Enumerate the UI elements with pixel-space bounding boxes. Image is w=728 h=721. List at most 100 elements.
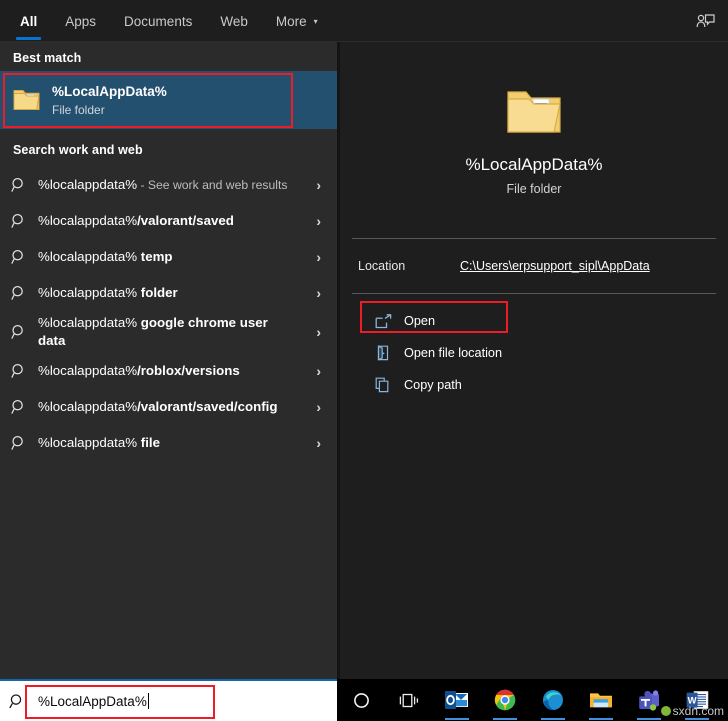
search-input[interactable]: %LocalAppData% xyxy=(34,693,337,709)
tab-label: Apps xyxy=(65,13,97,29)
best-match-title: %LocalAppData% xyxy=(52,83,167,99)
suggestion-prefix: %localappdata% xyxy=(38,249,141,264)
chevron-right-icon[interactable]: › xyxy=(316,435,321,451)
chrome-icon[interactable] xyxy=(481,679,529,721)
suggestion-completion: /valorant/saved/config xyxy=(137,399,278,414)
suggestion-item[interactable]: %localappdata% google chrome user data › xyxy=(0,311,337,353)
best-match-subtitle: File folder xyxy=(52,102,105,117)
taskbar-active-indicator xyxy=(493,718,517,720)
best-match-item[interactable]: %LocalAppData% File folder xyxy=(0,71,337,129)
taskbar: W sxdn.com xyxy=(337,679,728,721)
start-menu-search-window: All Apps Documents Web More ▾ Best match xyxy=(0,0,728,721)
best-match-text: %LocalAppData% File folder xyxy=(52,82,167,119)
action-open[interactable]: Open xyxy=(340,305,728,337)
suggestion-prefix: %localappdata% xyxy=(38,177,138,192)
suggestion-prefix: %localappdata% xyxy=(38,213,138,228)
teams-icon[interactable] xyxy=(625,679,673,721)
tab-apps[interactable]: Apps xyxy=(51,0,110,42)
tab-label: All xyxy=(20,13,38,29)
open-external-icon xyxy=(370,313,396,329)
tab-all[interactable]: All xyxy=(6,0,51,42)
file-explorer-icon[interactable] xyxy=(577,679,625,721)
preview-subtitle: File folder xyxy=(506,182,562,196)
feedback-person-icon[interactable] xyxy=(688,6,722,36)
search-icon xyxy=(0,177,38,194)
tab-label: Web xyxy=(220,13,248,29)
search-box[interactable]: %LocalAppData% xyxy=(0,679,337,721)
suggestion-text: %localappdata% file xyxy=(38,434,337,452)
suggestion-item[interactable]: %localappdata% temp › xyxy=(0,239,337,275)
tab-documents[interactable]: Documents xyxy=(110,0,206,42)
location-row: Location C:\Users\erpsupport_sipl\AppDat… xyxy=(340,239,728,293)
chevron-right-icon[interactable]: › xyxy=(316,363,321,379)
action-label: Open xyxy=(404,314,436,328)
preview-title: %LocalAppData% xyxy=(465,155,603,174)
suggestion-completion: /valorant/saved xyxy=(137,213,234,228)
tab-label: More xyxy=(275,13,307,29)
suggestion-text: %localappdata%/valorant/saved xyxy=(38,212,337,230)
preview-panel: %LocalAppData% File folder Location C:\U… xyxy=(340,42,728,679)
taskbar-active-indicator xyxy=(685,718,709,720)
suggestion-item[interactable]: %localappdata% file › xyxy=(0,425,337,461)
action-copy-path[interactable]: Copy path xyxy=(340,369,728,401)
chevron-right-icon[interactable]: › xyxy=(316,249,321,265)
chevron-right-icon[interactable]: › xyxy=(316,399,321,415)
search-icon xyxy=(0,399,38,416)
taskbar-active-indicator xyxy=(541,718,565,720)
suggestion-prefix: %localappdata% xyxy=(38,363,138,378)
suggestion-text: %localappdata% - See work and web result… xyxy=(38,176,337,194)
preview-divider-top xyxy=(352,238,716,239)
action-open-file-location[interactable]: Open file location xyxy=(340,337,728,369)
cortana-icon[interactable] xyxy=(337,679,385,721)
chevron-right-icon[interactable]: › xyxy=(316,213,321,229)
task-view-icon[interactable] xyxy=(385,679,433,721)
open-file-location-icon xyxy=(370,345,396,361)
tab-more[interactable]: More ▾ xyxy=(262,0,332,42)
search-icon xyxy=(0,324,38,341)
outlook-icon[interactable] xyxy=(433,679,481,721)
chevron-right-icon[interactable]: › xyxy=(316,177,321,193)
text-caret xyxy=(147,693,150,709)
best-match-container: %LocalAppData% File folder xyxy=(0,71,337,129)
suggestion-prefix: %localappdata% xyxy=(38,399,138,414)
search-icon xyxy=(0,249,38,266)
suggestion-item[interactable]: %localappdata%/valorant/saved › xyxy=(0,203,337,239)
location-label: Location xyxy=(358,259,406,273)
folder-icon xyxy=(503,84,565,145)
suggestion-hint: - See work and web results xyxy=(137,178,288,192)
suggestion-completion: /roblox/versions xyxy=(137,363,240,378)
search-results-panel: Best match %LocalAppData% File folder Se… xyxy=(0,42,337,679)
suggestion-completion: temp xyxy=(140,249,173,264)
action-label: Copy path xyxy=(404,378,462,392)
taskbar-row: %LocalAppData% W sxdn.com xyxy=(0,679,728,721)
word-icon[interactable]: W xyxy=(673,679,721,721)
suggestion-text: %localappdata%/roblox/versions xyxy=(38,362,337,380)
suggestion-prefix: %localappdata% xyxy=(38,315,141,330)
tab-web[interactable]: Web xyxy=(206,0,262,42)
suggestion-item[interactable]: %localappdata%/valorant/saved/config › xyxy=(0,389,337,425)
svg-text:W: W xyxy=(687,695,696,706)
chevron-right-icon[interactable]: › xyxy=(316,324,321,340)
chevron-down-icon: ▾ xyxy=(313,17,318,26)
action-list: Open Open file location Copy path xyxy=(340,294,728,401)
search-icon xyxy=(0,363,38,380)
suggestion-completion: folder xyxy=(140,285,178,300)
taskbar-active-indicator xyxy=(445,718,469,720)
taskbar-active-indicator xyxy=(589,718,613,720)
search-icon xyxy=(0,435,38,452)
suggestion-item[interactable]: %localappdata% folder › xyxy=(0,275,337,311)
suggestion-text: %localappdata% folder xyxy=(38,284,337,302)
suggestion-list: %localappdata% - See work and web result… xyxy=(0,167,337,461)
folder-icon xyxy=(10,87,44,113)
action-label: Open file location xyxy=(404,346,503,360)
suggestion-prefix: %localappdata% xyxy=(38,285,141,300)
copy-path-icon xyxy=(370,377,396,393)
search-icon xyxy=(0,693,34,710)
location-link[interactable]: C:\Users\erpsupport_sipl\AppData xyxy=(460,259,650,273)
suggestion-item[interactable]: %localappdata% - See work and web result… xyxy=(0,167,337,203)
chevron-right-icon[interactable]: › xyxy=(316,285,321,301)
tab-label: Documents xyxy=(124,13,193,29)
edge-icon[interactable] xyxy=(529,679,577,721)
suggestion-item[interactable]: %localappdata%/roblox/versions › xyxy=(0,353,337,389)
suggestion-text: %localappdata% google chrome user data xyxy=(38,314,337,350)
